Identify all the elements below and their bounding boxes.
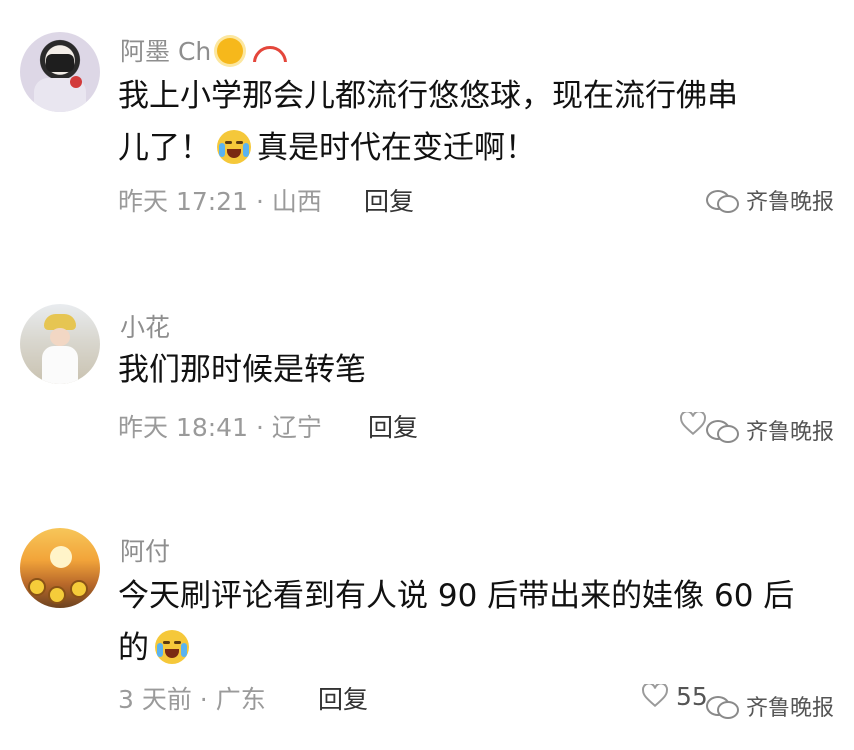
watermark: 齐鲁晚报	[705, 184, 834, 216]
avatar-body	[42, 346, 78, 384]
username[interactable]: 阿墨 Ch	[120, 32, 288, 68]
comment-text-part: 的	[118, 630, 149, 666]
comment-text: 今天刷评论看到有人说 90 后带出来的娃像 60 后 的	[118, 570, 818, 674]
heart-icon[interactable]	[642, 684, 668, 708]
watermark: 齐鲁晚报	[705, 414, 834, 446]
comment-meta: 昨天 18:41 · 辽宁	[118, 413, 322, 442]
rainbow-emoji-icon	[253, 42, 288, 62]
heart-icon[interactable]	[680, 412, 706, 436]
watermark-text: 齐鲁晚报	[745, 190, 834, 215]
avatar[interactable]	[20, 304, 100, 384]
reply-button[interactable]: 回复	[318, 680, 368, 716]
avatar-flower	[30, 580, 44, 594]
comment-text: 我上小学那会儿都流行悠悠球，现在流行佛串 儿了！ 真是时代在变迁啊！	[118, 70, 818, 174]
wechat-icon	[705, 188, 740, 213]
comment-text-line: 儿了！ 真是时代在变迁啊！	[118, 122, 818, 174]
reply-button[interactable]: 回复	[364, 182, 414, 218]
sun-emoji-icon	[217, 38, 244, 64]
avatar-flower	[72, 582, 86, 596]
username-text: 阿墨 Ch	[120, 37, 212, 66]
comment-text-line: 的	[118, 622, 818, 674]
avatar-sun	[50, 546, 72, 568]
avatar[interactable]	[20, 32, 100, 112]
comment-meta: 3 天前 · 广东	[118, 685, 266, 714]
avatar-face	[50, 328, 70, 346]
watermark: 齐鲁晚报	[705, 690, 834, 722]
reply-button[interactable]: 回复	[368, 408, 418, 444]
crying-laughing-emoji-icon	[155, 630, 189, 664]
wechat-icon	[705, 418, 740, 443]
username[interactable]: 小花	[120, 308, 170, 344]
comment-text-line: 今天刷评论看到有人说 90 后带出来的娃像 60 后	[118, 578, 795, 614]
avatar-badge	[70, 76, 82, 88]
username[interactable]: 阿付	[120, 532, 170, 568]
avatar-flower	[50, 588, 64, 602]
avatar[interactable]	[20, 528, 100, 608]
watermark-text: 齐鲁晚报	[745, 420, 834, 445]
comment-text: 我们那时候是转笔	[118, 344, 818, 396]
avatar-mask	[46, 54, 74, 72]
comment-text-part: 儿了！	[118, 130, 211, 166]
comment-text-part: 真是时代在变迁啊！	[257, 130, 536, 166]
comment-meta: 昨天 17:21 · 山西	[118, 187, 322, 216]
crying-laughing-emoji-icon	[217, 130, 251, 164]
comment-text-line: 我上小学那会儿都流行悠悠球，现在流行佛串	[118, 78, 738, 114]
comment-text-line: 我们那时候是转笔	[118, 352, 366, 388]
wechat-icon	[705, 694, 740, 719]
like-count: 55	[676, 682, 708, 711]
watermark-text: 齐鲁晚报	[745, 696, 834, 721]
